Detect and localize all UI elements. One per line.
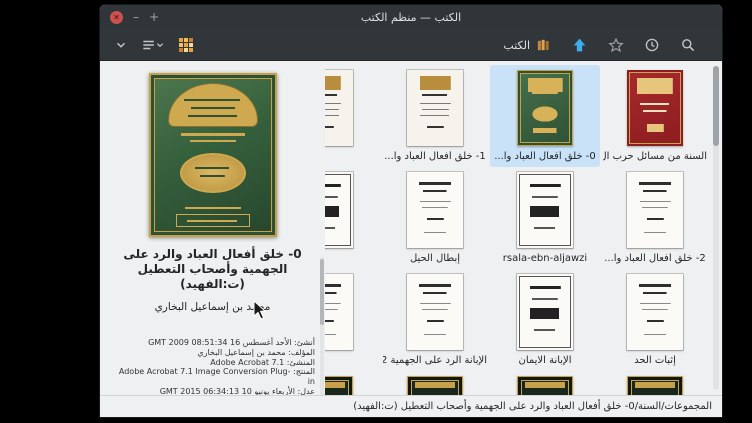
book-caption: 0- خلق أفعال العباد وا...: [494, 151, 596, 163]
book-cover-thumbnail: [517, 70, 573, 146]
window-controls: ✕ – +: [110, 5, 159, 29]
book-caption: 1- خلق أفعال العباد وا...: [384, 151, 486, 163]
toolbar-nav-group: الكتب: [503, 29, 696, 61]
mouse-cursor: [252, 300, 266, 324]
titlebar[interactable]: ✕ – + الكتب — منظم الكتب: [100, 5, 722, 29]
cover-text-line: [181, 133, 245, 136]
chevron-down-icon[interactable]: [114, 38, 128, 52]
detail-scrollbar[interactable]: [320, 257, 324, 395]
book-cover-thumbnail: [517, 274, 573, 350]
go-up-icon[interactable]: [571, 37, 588, 54]
book-detail-panel: 0- خلق أفعال العباد والرد على الجهمية وأ…: [100, 61, 325, 395]
grid-scrollbar-thumb[interactable]: [713, 66, 719, 146]
screen: ✕ – + الكتب — منظم الكتب: [0, 0, 752, 423]
list-view-icon[interactable]: [141, 38, 165, 52]
close-button[interactable]: ✕: [110, 11, 123, 24]
meta-modified: عدل: الأربعاء يونيو 10 06:34:13 2015 GMT: [114, 387, 315, 395]
book-caption: السنة من مسائل حرب ال...: [603, 151, 707, 163]
main-content: 0- خلق أفعال العباد والرد على الجهمية وأ…: [100, 61, 722, 395]
thumbnail-view-icon[interactable]: [178, 37, 194, 53]
book-grid-item[interactable]: إثبات الحد: [600, 269, 710, 371]
book-cover-thumbnail: [407, 70, 463, 146]
book-grid-item[interactable]: 2- خلق أفعال العباد وا...: [600, 167, 710, 269]
book-cover-thumbnail: [325, 70, 353, 146]
book-cover-thumbnail: [407, 172, 463, 248]
book-author: محمد بن إسماعيل البخاري: [100, 301, 325, 313]
book-caption: الإبانة الايمان: [518, 355, 571, 367]
book-grid-item[interactable]: إبطال الحيل: [380, 167, 490, 269]
book-grid-item[interactable]: [600, 371, 710, 395]
toolbar-view-group: [114, 29, 194, 61]
book-grid-item[interactable]: الإبانة الايمان: [490, 269, 600, 371]
book-grid-item[interactable]: الإبانة الرد على الجهمية 2: [380, 269, 490, 371]
status-bar: المجموعات/السنة/0- خلق أفعال العباد والر…: [100, 395, 722, 417]
book-cover-thumbnail: [407, 274, 463, 350]
cover-author-cartouche: [176, 214, 250, 227]
toolbar: الكتب: [100, 29, 722, 61]
cover-medallion: [180, 153, 246, 193]
book-caption: إبطال الحيل: [410, 253, 460, 265]
book-cover-thumbnail: [407, 376, 463, 395]
meta-author: المؤلف: محمد بن إسماعيل البخاري: [114, 348, 315, 358]
book-caption: إثبات الحد: [634, 355, 676, 367]
book-grid-item[interactable]: السنة من مسائل حرب ال...: [600, 65, 710, 167]
metadata-block: أنشئ: الأحد أغسطس 16 08:51:34 2009 GMT ا…: [114, 338, 315, 395]
book-grid-item[interactable]: [325, 65, 380, 167]
book-grid-item[interactable]: 1- خلق أفعال العباد وا...: [380, 65, 490, 167]
books-button-label: الكتب: [503, 39, 530, 52]
book-cover-large: [149, 73, 277, 237]
book-caption: 2- خلق أفعال العباد وا...: [604, 253, 706, 265]
book-cover-thumbnail: [325, 172, 353, 248]
book-cover-thumbnail: [517, 172, 573, 248]
star-icon[interactable]: [608, 37, 624, 53]
book-grid-item[interactable]: [325, 167, 380, 269]
meta-producer: المنتج: Adobe Acrobat 7.1 Image Conversi…: [114, 367, 315, 387]
book-caption: rsala-ebn-aljawzi: [503, 253, 587, 265]
meta-creator: المنشئ: Adobe Acrobat 7.1: [114, 358, 315, 368]
status-path: المجموعات/السنة/0- خلق أفعال العباد والر…: [353, 401, 712, 412]
search-icon[interactable]: [680, 37, 696, 53]
book-grid-item[interactable]: [325, 371, 380, 395]
book-grid-item[interactable]: rsala-ebn-aljawzi: [490, 167, 600, 269]
book-title: 0- خلق أفعال العباد والرد على الجهمية وأ…: [114, 247, 311, 292]
cover-text-line: [190, 140, 236, 142]
book-cover-thumbnail: [627, 376, 683, 395]
window-title: الكتب — منظم الكتب: [100, 5, 722, 29]
book-grid-item[interactable]: [325, 269, 380, 371]
book-grid-item[interactable]: [490, 371, 600, 395]
book-grid-item[interactable]: [380, 371, 490, 395]
book-organizer-window: ✕ – + الكتب — منظم الكتب: [100, 5, 722, 417]
book-cover-thumbnail: [325, 274, 353, 350]
book-caption: الإبانة الرد على الجهمية 2: [383, 355, 487, 367]
maximize-button[interactable]: +: [149, 10, 159, 24]
book-cover-thumbnail: [627, 172, 683, 248]
book-grid-item[interactable]: 0- خلق أفعال العباد وا...: [490, 65, 600, 167]
book-cover-thumbnail: [325, 376, 353, 395]
cover-text-line: [185, 207, 241, 209]
history-icon[interactable]: [644, 37, 660, 53]
books-button[interactable]: الكتب: [503, 38, 551, 53]
detail-scrollbar-thumb[interactable]: [320, 259, 324, 325]
book-cover-thumbnail: [627, 274, 683, 350]
book-cover-thumbnail: [627, 70, 683, 146]
cover-ornament-top: [169, 84, 257, 126]
book-grid: السنة من مسائل حرب ال... 0- خلق أفعال ال…: [325, 61, 722, 395]
book-cover-thumbnail: [517, 376, 573, 395]
grid-scrollbar[interactable]: [713, 66, 719, 390]
books-icon: [536, 38, 551, 53]
minimize-button[interactable]: –: [133, 10, 139, 24]
meta-created: أنشئ: الأحد أغسطس 16 08:51:34 2009 GMT: [114, 338, 315, 348]
